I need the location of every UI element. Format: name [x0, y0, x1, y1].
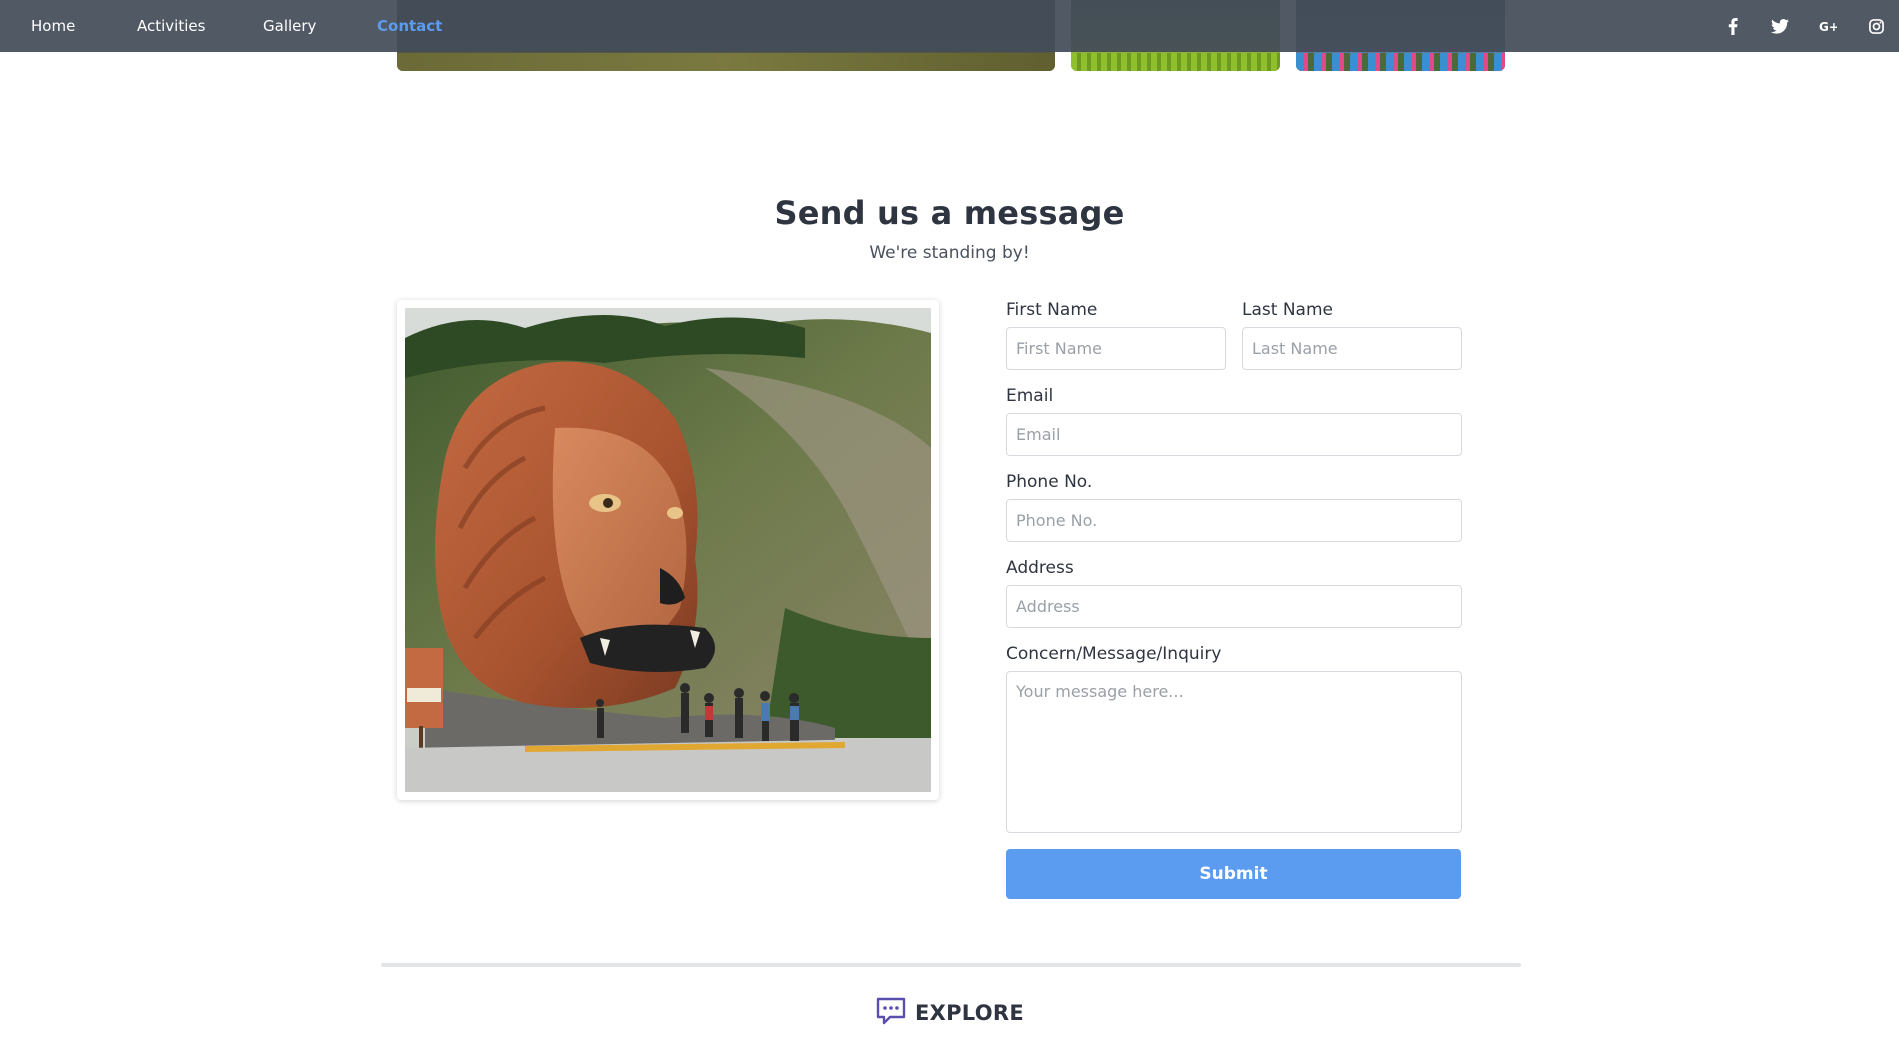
page-subtitle: We're standing by! [869, 243, 1030, 263]
contact-photo-card [397, 300, 939, 800]
address-label: Address [1006, 558, 1074, 578]
chat-bubble-icon [875, 996, 907, 1030]
email-input[interactable] [1006, 413, 1462, 456]
twitter-icon[interactable] [1768, 0, 1792, 52]
nav-activities[interactable]: Activities [137, 0, 205, 52]
facebook-icon[interactable] [1721, 0, 1745, 52]
explore-link[interactable]: EXPLORE [0, 996, 1899, 1030]
instagram-icon[interactable] [1864, 0, 1888, 52]
navbar: Home Activities Gallery Contact G+ [0, 0, 1899, 52]
lion-head-photo [405, 308, 931, 792]
nav-gallery[interactable]: Gallery [263, 0, 316, 52]
nav-contact[interactable]: Contact [377, 0, 442, 52]
svg-text:G+: G+ [1819, 20, 1837, 32]
phone-input[interactable] [1006, 499, 1462, 542]
page-title: Send us a message [774, 194, 1125, 232]
explore-label: EXPLORE [914, 1001, 1025, 1025]
last-name-label: Last Name [1242, 300, 1333, 320]
last-name-input[interactable] [1242, 327, 1462, 370]
phone-label: Phone No. [1006, 472, 1093, 492]
footer-divider [381, 963, 1521, 967]
address-input[interactable] [1006, 585, 1462, 628]
first-name-input[interactable] [1006, 327, 1226, 370]
submit-button[interactable]: Submit [1006, 849, 1461, 899]
google-plus-icon[interactable]: G+ [1816, 0, 1840, 52]
message-label: Concern/Message/Inquiry [1006, 644, 1222, 664]
nav-home[interactable]: Home [31, 0, 75, 52]
email-label: Email [1006, 386, 1054, 406]
message-textarea[interactable] [1006, 671, 1462, 833]
first-name-label: First Name [1006, 300, 1098, 320]
